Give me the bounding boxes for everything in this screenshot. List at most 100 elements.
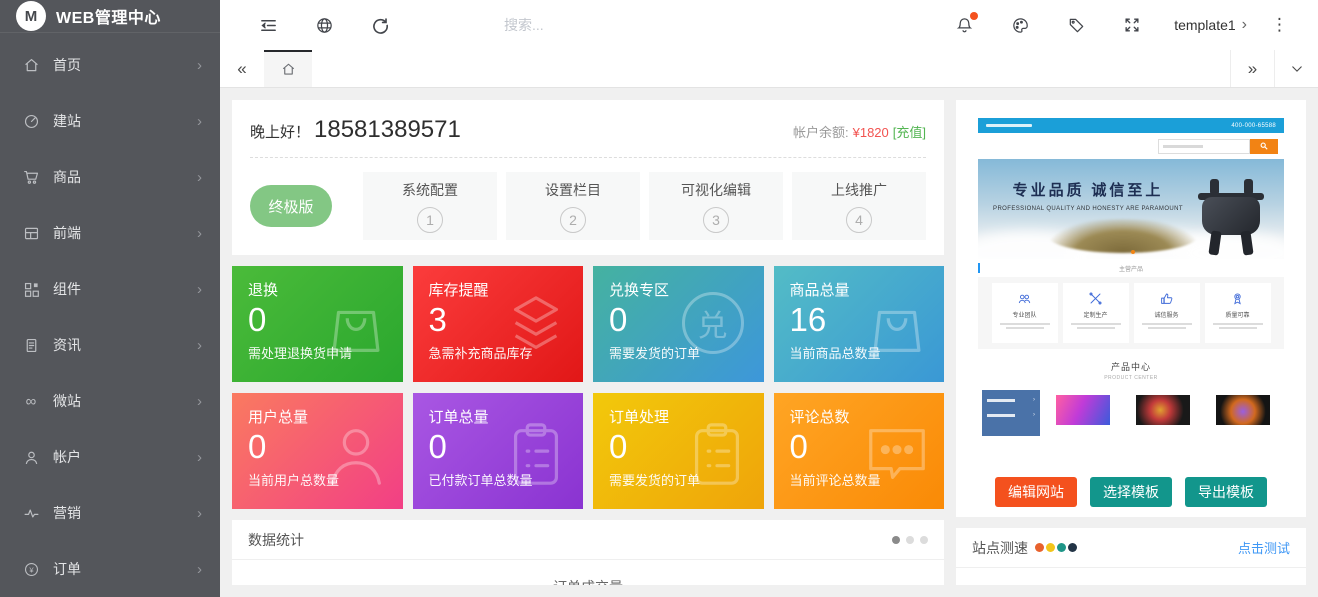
chevron-right-icon: › xyxy=(197,337,202,354)
run-speed-test-link[interactable]: 点击测试 xyxy=(1238,538,1290,557)
step-visual-edit[interactable]: 可视化编辑 3 xyxy=(649,172,783,240)
content: 晚上好！ 18581389571 帐户余额: ¥1820 [充值] 终极版 系统… xyxy=(220,88,1318,597)
site-speed-header: 站点测速 点击测试 xyxy=(956,528,1306,568)
preview-products-heading: 产品中心 PRODUCT CENTER xyxy=(978,360,1284,381)
admin-dashboard: M WEB管理中心 首页 › 建站 › 商品 › 前端 › xyxy=(0,0,1318,597)
step-system-config[interactable]: 系统配置 1 xyxy=(363,172,497,240)
sidebar-item-frontend[interactable]: 前端 › xyxy=(0,205,220,261)
stat-cards-row-1: 退换 0 需处理退换货申请 库存提醒 3 急需补充商品库存 兑换专区 0 xyxy=(232,266,944,382)
left-column: 晚上好！ 18581389571 帐户余额: ¥1820 [充值] 终极版 系统… xyxy=(232,100,944,585)
sidebar-item-microsite[interactable]: ∞ 微站 › xyxy=(0,373,220,429)
panel-title: 数据统计 xyxy=(248,530,304,550)
step-number: 1 xyxy=(417,207,443,233)
stat-card-total-products[interactable]: 商品总量 16 当前商品总数量 xyxy=(774,266,945,382)
step-set-columns[interactable]: 设置栏目 2 xyxy=(506,172,640,240)
chart-title: 订单成交量 xyxy=(232,577,944,585)
step-label: 上线推广 xyxy=(831,180,887,200)
tab-options-button[interactable] xyxy=(1274,50,1318,87)
right-column: 400-000-65588 xyxy=(956,100,1306,585)
stat-card-stock-alert[interactable]: 库存提醒 3 急需补充商品库存 xyxy=(413,266,584,382)
preview-topbar: 400-000-65588 xyxy=(978,118,1284,133)
template-actions: 编辑网站 选择模板 导出模板 xyxy=(968,477,1294,507)
order-icon: ¥ xyxy=(22,560,40,578)
chevron-right-icon: › xyxy=(197,169,202,186)
tag-button[interactable] xyxy=(1048,16,1104,35)
refresh-button[interactable] xyxy=(352,16,408,35)
news-icon xyxy=(22,336,40,354)
stat-card-total-users[interactable]: 用户总量 0 当前用户总数量 xyxy=(232,393,403,509)
sidebar-item-home[interactable]: 首页 › xyxy=(0,37,220,93)
more-menu-button[interactable]: ⋮ xyxy=(1261,15,1298,35)
notifications-button[interactable] xyxy=(936,16,992,35)
hero-title: 专业品质 诚信至上 xyxy=(978,179,1198,200)
carousel-dot[interactable] xyxy=(906,536,914,544)
preview-search-button xyxy=(1250,139,1278,154)
data-statistics-panel: 数据统计 订单成交量 xyxy=(232,520,944,585)
step-number: 2 xyxy=(560,207,586,233)
stat-card-total-orders[interactable]: 订单总量 0 已付款订单总数量 xyxy=(413,393,584,509)
tools-icon xyxy=(1088,290,1103,306)
stat-card-redeem-zone[interactable]: 兑换专区 0 需要发货的订单 兑 xyxy=(593,266,764,382)
feature-title: 专业团队 xyxy=(1012,310,1036,319)
sidebar-item-site-builder[interactable]: 建站 › xyxy=(0,93,220,149)
user-icon xyxy=(22,448,40,466)
carousel-pager xyxy=(892,536,928,544)
layers-icon xyxy=(501,292,571,362)
sidebar-item-label: 帐户 xyxy=(53,447,184,467)
recharge-link[interactable]: [充值] xyxy=(893,122,926,141)
template-selector[interactable]: template1 › xyxy=(1160,16,1261,34)
edit-site-button[interactable]: 编辑网站 xyxy=(995,477,1077,507)
greeting-text: 晚上好！ xyxy=(250,121,310,142)
cart-icon xyxy=(22,168,40,186)
stat-card-total-comments[interactable]: 评论总数 0 当前评论总数量 xyxy=(774,393,945,509)
search-input[interactable] xyxy=(504,17,724,33)
marketing-icon xyxy=(22,504,40,522)
sidebar-item-orders[interactable]: ¥ 订单 › xyxy=(0,541,220,597)
speed-dot xyxy=(1046,543,1055,552)
carousel-dot[interactable] xyxy=(920,536,928,544)
sidebar-item-news[interactable]: 资讯 › xyxy=(0,317,220,373)
feature-title: 定制生产 xyxy=(1083,310,1107,319)
fullscreen-button[interactable] xyxy=(1104,16,1160,34)
product-thumbnail xyxy=(1046,390,1120,436)
account-number: 18581389571 xyxy=(314,116,461,144)
sidebar-item-account[interactable]: 帐户 › xyxy=(0,429,220,485)
site-preview[interactable]: 400-000-65588 xyxy=(978,110,1284,467)
theme-palette-button[interactable] xyxy=(992,16,1048,35)
sidebar-item-label: 建站 xyxy=(53,111,184,131)
preview-navbar xyxy=(978,133,1284,159)
bronze-tripod-image xyxy=(1188,171,1274,257)
sidebar-item-products[interactable]: 商品 › xyxy=(0,149,220,205)
scroll-tabs-left-button[interactable]: « xyxy=(220,50,264,87)
sidebar-item-label: 前端 xyxy=(53,223,184,243)
balance-value: ¥1820 xyxy=(853,125,889,140)
language-globe-button[interactable] xyxy=(296,16,352,35)
logo-row[interactable]: M WEB管理中心 xyxy=(0,0,220,33)
export-template-button[interactable]: 导出模板 xyxy=(1185,477,1267,507)
feature-title: 诚信服务 xyxy=(1154,310,1178,319)
scroll-tabs-right-button[interactable]: » xyxy=(1230,50,1274,87)
carousel-dot[interactable] xyxy=(892,536,900,544)
tab-home[interactable] xyxy=(264,50,312,87)
preview-hero-banner: 专业品质 诚信至上 PROFESSIONAL QUALITY AND HONES… xyxy=(978,159,1284,259)
collapse-sidebar-button[interactable] xyxy=(240,16,296,35)
feature-card: 定制生产 xyxy=(1063,283,1129,343)
tab-spacer xyxy=(312,50,1230,87)
clipboard-icon xyxy=(682,419,752,489)
stat-card-order-processing[interactable]: 订单处理 0 需要发货的订单 xyxy=(593,393,764,509)
step-go-live[interactable]: 上线推广 4 xyxy=(792,172,926,240)
stat-card-returns[interactable]: 退换 0 需处理退换货申请 xyxy=(232,266,403,382)
data-statistics-header: 数据统计 xyxy=(232,520,944,560)
version-badge[interactable]: 终极版 xyxy=(250,185,332,227)
team-icon xyxy=(1017,290,1032,306)
sidebar-item-marketing[interactable]: 营销 › xyxy=(0,485,220,541)
sidebar-item-components[interactable]: 组件 › xyxy=(0,261,220,317)
download-time-value: 0s xyxy=(972,580,1006,585)
feature-card: 诚信服务 xyxy=(1134,283,1200,343)
choose-template-button[interactable]: 选择模板 xyxy=(1090,477,1172,507)
chevron-right-icon: › xyxy=(197,561,202,578)
preview-products-row: › › xyxy=(978,390,1284,436)
svg-text:¥: ¥ xyxy=(29,565,34,574)
preview-sub-label: 主营产品 xyxy=(978,264,1284,273)
carousel-indicator-dot xyxy=(1131,250,1135,254)
